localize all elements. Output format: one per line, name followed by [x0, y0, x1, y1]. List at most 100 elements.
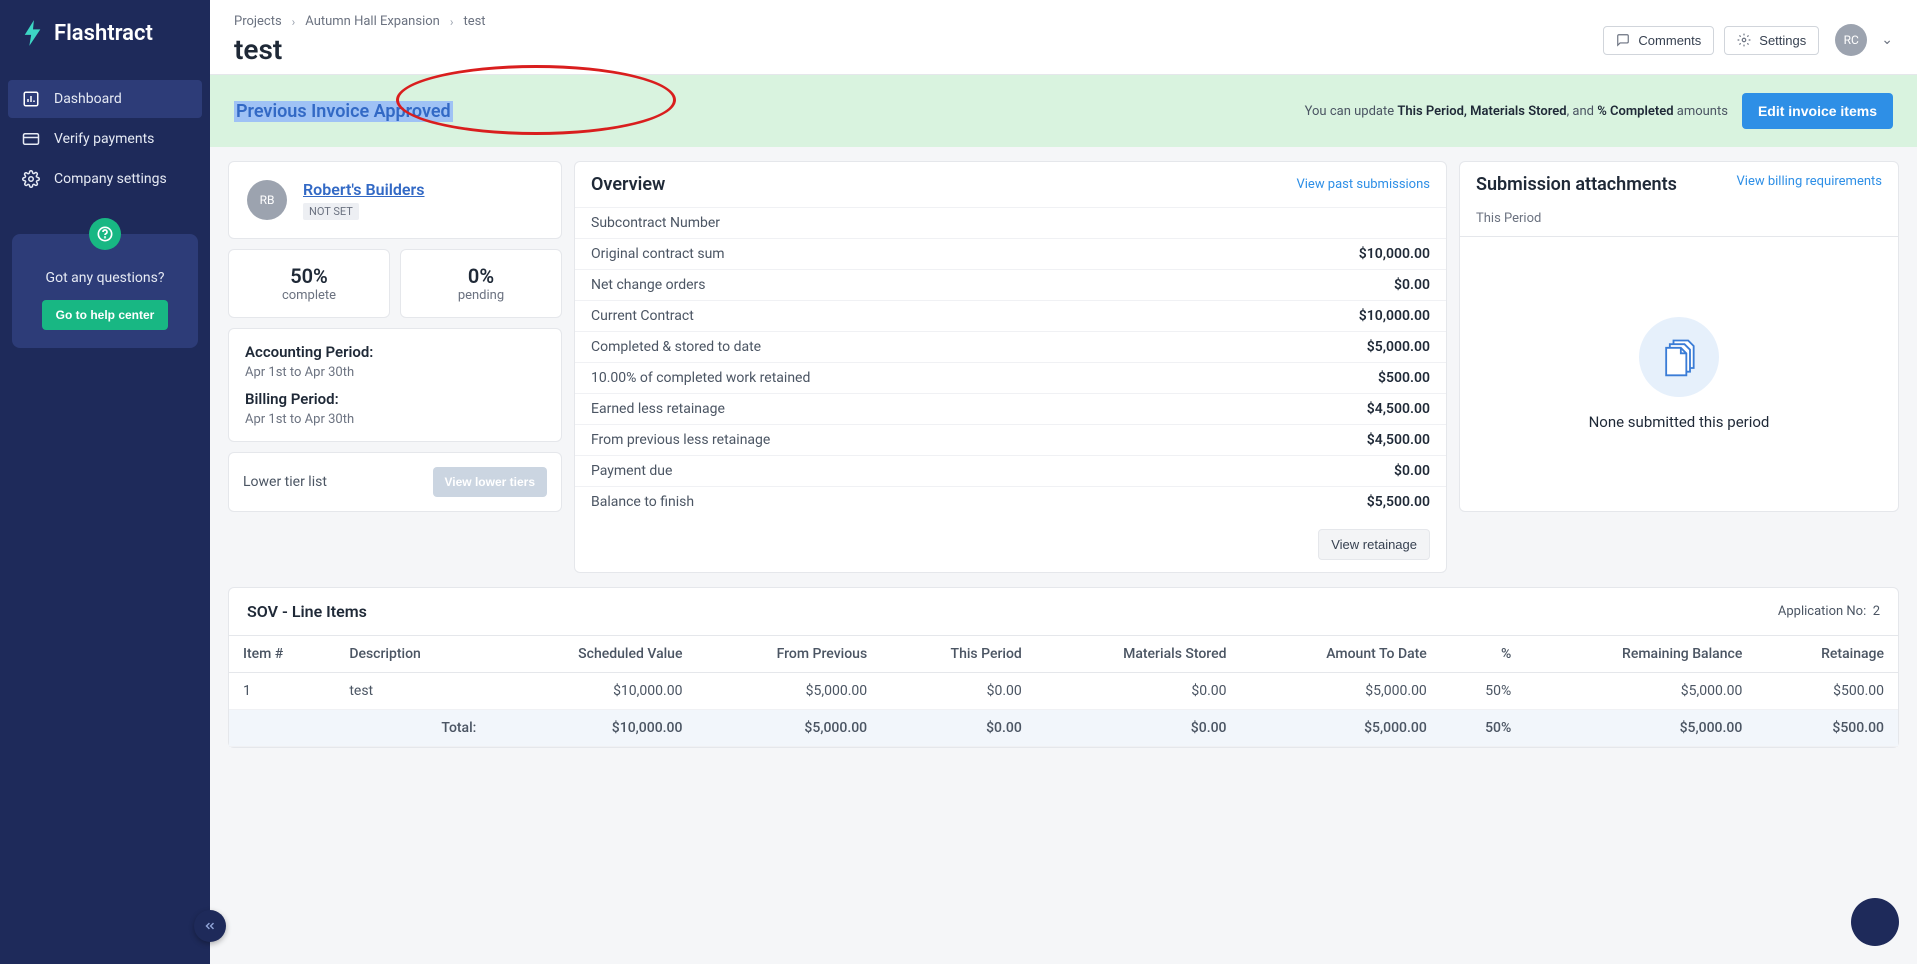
overview-label: Subcontract Number — [591, 215, 720, 231]
builder-status-tag: NOT SET — [303, 203, 359, 220]
view-lower-tiers-button[interactable]: View lower tiers — [433, 467, 548, 497]
pending-value: 0% — [415, 264, 547, 288]
settings-label: Settings — [1759, 33, 1806, 48]
overview-label: Net change orders — [591, 277, 706, 293]
pending-stat: 0% pending — [400, 249, 562, 318]
sov-header: Materials Stored — [1036, 636, 1241, 673]
nav-label: Dashboard — [54, 91, 122, 107]
collapse-sidebar-button[interactable] — [194, 910, 226, 942]
overview-value: $4,500.00 — [1367, 432, 1430, 448]
overview-row: Net change orders $0.00 — [575, 269, 1446, 300]
overview-row: Original contract sum $10,000.00 — [575, 238, 1446, 269]
breadcrumb-project-name[interactable]: Autumn Hall Expansion — [305, 14, 440, 29]
complete-label: complete — [243, 288, 375, 303]
sov-header: This Period — [881, 636, 1036, 673]
overview-label: Earned less retainage — [591, 401, 725, 417]
lower-tier-card: Lower tier list View lower tiers — [228, 452, 562, 512]
view-past-submissions-link[interactable]: View past submissions — [1296, 177, 1430, 192]
bolt-icon — [22, 20, 44, 46]
user-avatar[interactable]: RC — [1835, 24, 1867, 56]
help-center-button[interactable]: Go to help center — [42, 300, 169, 330]
breadcrumb-current: test — [463, 14, 485, 29]
overview-value: $4,500.00 — [1367, 401, 1430, 417]
breadcrumb-projects[interactable]: Projects — [234, 14, 282, 29]
breadcrumb: Projects › Autumn Hall Expansion › test — [234, 14, 486, 29]
nav-label: Verify payments — [54, 131, 154, 147]
sov-total-row: Total:$10,000.00$5,000.00$0.00$0.00$5,00… — [229, 710, 1898, 747]
documents-icon — [1639, 317, 1719, 397]
builder-name-link[interactable]: Robert's Builders — [303, 180, 425, 199]
sov-header: % — [1441, 636, 1525, 673]
edit-invoice-button[interactable]: Edit invoice items — [1742, 93, 1893, 129]
page-header: Projects › Autumn Hall Expansion › test … — [210, 0, 1917, 74]
card-icon — [22, 130, 40, 148]
chat-icon — [1864, 911, 1886, 933]
billing-title: Billing Period: — [245, 390, 545, 408]
overview-label: From previous less retainage — [591, 432, 770, 448]
overview-label: Completed & stored to date — [591, 339, 761, 355]
accounting-range: Apr 1st to Apr 30th — [245, 365, 545, 380]
attachments-title: Submission attachments — [1476, 174, 1677, 195]
accounting-title: Accounting Period: — [245, 343, 545, 361]
builder-avatar: RB — [247, 180, 287, 220]
settings-button[interactable]: Settings — [1724, 26, 1819, 55]
gear-icon — [22, 170, 40, 188]
overview-value: $10,000.00 — [1359, 246, 1430, 262]
overview-row: 10.00% of completed work retained $500.00 — [575, 362, 1446, 393]
attachments-empty-text: None submitted this period — [1589, 413, 1770, 431]
overview-label: 10.00% of completed work retained — [591, 370, 810, 386]
application-number: Application No: 2 — [1778, 604, 1880, 619]
sov-title: SOV - Line Items — [247, 602, 367, 621]
overview-row: Balance to finish$5,500.00 — [575, 486, 1446, 517]
help-question: Got any questions? — [26, 270, 184, 286]
help-icon — [89, 218, 121, 250]
view-retainage-button[interactable]: View retainage — [1318, 529, 1430, 560]
billing-range: Apr 1st to Apr 30th — [245, 412, 545, 427]
chat-fab[interactable] — [1851, 898, 1899, 946]
overview-value: $5,000.00 — [1367, 339, 1430, 355]
overview-row: Current Contract $10,000.00 — [575, 300, 1446, 331]
overview-label: Current Contract — [591, 308, 694, 324]
chevron-right-icon: › — [450, 15, 454, 29]
overview-value: $0.00 — [1394, 463, 1430, 479]
nav-dashboard[interactable]: Dashboard — [8, 80, 202, 118]
overview-label: Payment due — [591, 463, 672, 479]
nav-verify-payments[interactable]: Verify payments — [8, 120, 202, 158]
overview-value: $5,500.00 — [1367, 494, 1430, 510]
overview-value: $0.00 — [1394, 277, 1430, 293]
sov-header: Item # — [229, 636, 335, 673]
help-card: Got any questions? Go to help center — [12, 234, 198, 348]
view-billing-requirements-link[interactable]: View billing requirements — [1737, 174, 1882, 195]
lower-tier-label: Lower tier list — [243, 474, 327, 490]
sov-header: Description — [335, 636, 490, 673]
page-title: test — [234, 33, 486, 66]
complete-stat: 50% complete — [228, 249, 390, 318]
sov-row[interactable]: 1test$10,000.00$5,000.00$0.00$0.00$5,000… — [229, 673, 1898, 710]
attachments-period: This Period — [1460, 207, 1898, 237]
comments-label: Comments — [1638, 33, 1701, 48]
logo[interactable]: Flashtract — [0, 0, 210, 70]
chevron-right-icon: › — [292, 15, 296, 29]
overview-label: Original contract sum — [591, 246, 725, 262]
comments-button[interactable]: Comments — [1603, 26, 1714, 55]
logo-text: Flashtract — [54, 21, 153, 46]
overview-row: Earned less retainage $4,500.00 — [575, 393, 1446, 424]
overview-value: $10,000.00 — [1359, 308, 1430, 324]
overview-row: From previous less retainage $4,500.00 — [575, 424, 1446, 455]
approval-banner: Previous Invoice Approved You can update… — [210, 74, 1917, 147]
chevron-down-icon[interactable]: ⌄ — [1881, 32, 1893, 48]
sov-header: Scheduled Value — [490, 636, 696, 673]
nav-company-settings[interactable]: Company settings — [8, 160, 202, 198]
attachments-card: Submission attachments View billing requ… — [1459, 161, 1899, 512]
sov-header: Amount To Date — [1241, 636, 1441, 673]
overview-row: Subcontract Number — [575, 207, 1446, 238]
sidebar: Flashtract Dashboard Verify payments Com… — [0, 0, 210, 964]
approval-hint: You can update This Period, Materials St… — [1305, 104, 1728, 119]
overview-row: Payment due $0.00 — [575, 455, 1446, 486]
comment-icon — [1616, 33, 1630, 47]
overview-value: $500.00 — [1378, 370, 1430, 386]
periods-card: Accounting Period: Apr 1st to Apr 30th B… — [228, 328, 562, 442]
overview-title: Overview — [591, 174, 665, 195]
complete-value: 50% — [243, 264, 375, 288]
overview-row: Completed & stored to date $5,000.00 — [575, 331, 1446, 362]
